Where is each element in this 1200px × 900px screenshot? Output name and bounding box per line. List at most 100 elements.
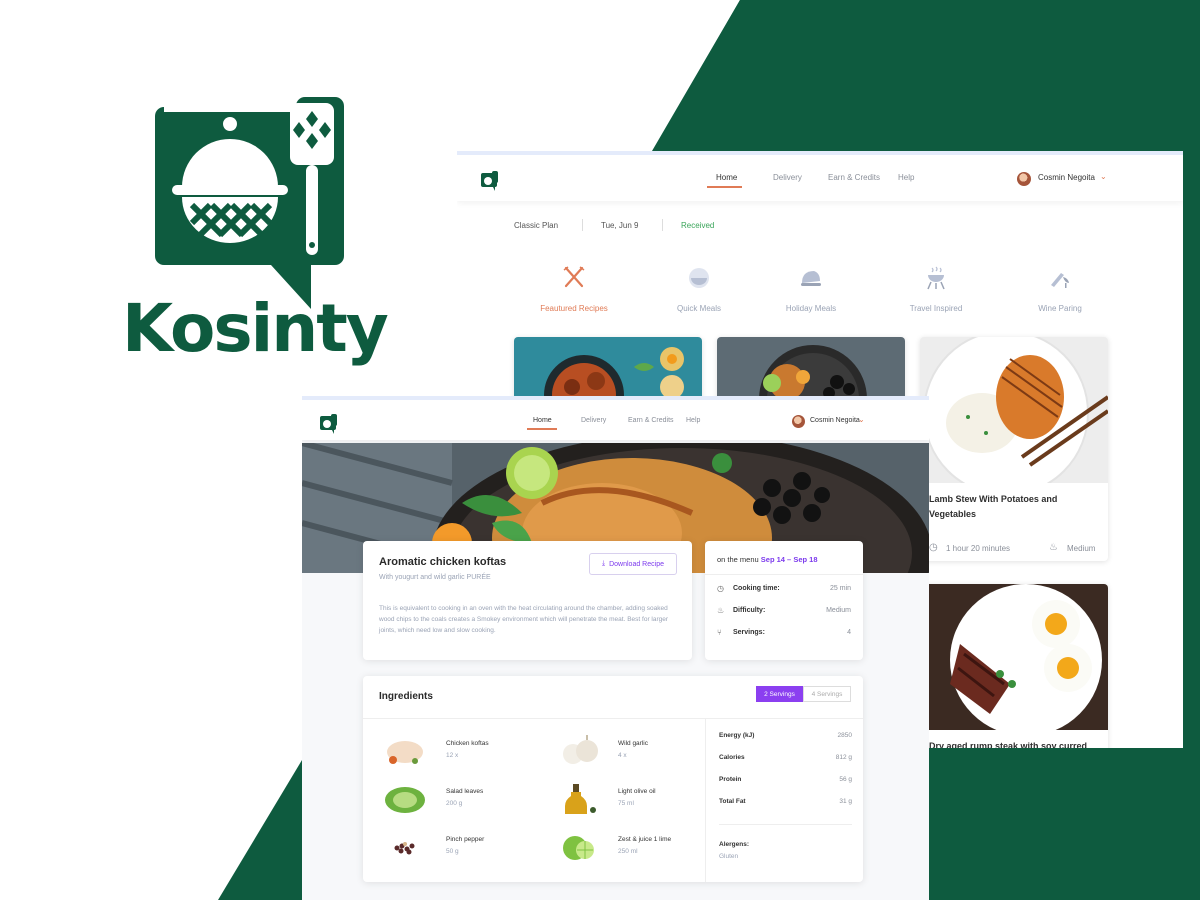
recipe-card[interactable]: Lamb Stew With Potatoes and Vegetables ◷…	[920, 337, 1108, 561]
servings-4-button[interactable]: 4 Servings	[803, 686, 851, 702]
utensils-icon: ⑂	[717, 628, 722, 637]
stat-cooking-time: ◷ Cooking time: 25 min	[717, 584, 851, 599]
stat-label: Servings:	[733, 629, 765, 636]
brand-name: Kosinty	[122, 290, 389, 367]
ingredient-qty: 50 g	[446, 848, 459, 855]
plan-status: Received	[681, 221, 715, 230]
ingredient-qty: 4 x	[618, 752, 627, 759]
bowl-icon	[689, 268, 709, 288]
category-label: Holiday Meals	[785, 304, 837, 313]
lettuce-icon	[385, 787, 425, 813]
category-featured-recipes[interactable]: Feautured Recipes	[524, 265, 624, 313]
brand-logo	[155, 97, 344, 309]
download-icon: ⤓	[602, 560, 606, 567]
recipe-card-time: 1 hour 20 minutes	[946, 544, 1011, 553]
nav-delivery[interactable]: Delivery	[773, 173, 802, 182]
category-holiday-meals[interactable]: Holiday Meals	[761, 265, 861, 313]
nav-help[interactable]: Help	[686, 417, 700, 424]
allergens-value: Gluten	[719, 853, 739, 860]
ingredients-title: Ingredients	[379, 691, 433, 702]
chef-hat-icon: ♨	[717, 606, 725, 615]
nav-earn-credits[interactable]: Earn & Credits	[828, 173, 880, 182]
app-logo-icon[interactable]	[320, 414, 338, 434]
fork-knife-icon	[563, 266, 585, 288]
nutrition-value: 812 g	[835, 754, 852, 761]
divider	[719, 824, 852, 825]
download-recipe-button[interactable]: ⤓ Download Recipe	[589, 553, 677, 575]
nutrition-row: Protein 56 g	[719, 776, 852, 788]
nutrition-row: Calories 812 g	[719, 754, 852, 766]
ingredient-name: Pinch pepper	[446, 836, 485, 843]
recipe-card-image	[920, 337, 1108, 496]
divider	[705, 574, 863, 575]
ingredients-panel: Ingredients 2 Servings 4 Servings Chicke…	[363, 676, 863, 882]
nav-help[interactable]: Help	[898, 173, 914, 182]
user-name[interactable]: Cosmin Negoita	[810, 417, 860, 424]
olive-oil-icon	[565, 784, 596, 814]
ingredient-item: Wild garlic 4 x	[551, 732, 711, 772]
recipe-subtitle: With yougurt and wild garlic PURÉE	[379, 574, 491, 581]
avatar[interactable]	[792, 415, 805, 428]
chicken-icon	[387, 741, 423, 764]
recipe-card-difficulty: Medium	[1067, 544, 1096, 553]
menu-dates: Sep 14 – Sep 18	[760, 555, 818, 564]
plan-name[interactable]: Classic Plan	[514, 221, 558, 230]
divider	[582, 219, 583, 231]
recipe-card-image	[920, 584, 1108, 736]
recipe-card-title: Lamb Stew With Potatoes and Vegetables	[929, 494, 1058, 519]
plan-date[interactable]: Tue, Jun 9	[601, 221, 639, 230]
turkey-icon	[801, 271, 821, 286]
nutrition-value: 56 g	[839, 776, 852, 783]
avatar[interactable]	[1017, 172, 1031, 186]
stat-label: Difficulty:	[733, 607, 766, 614]
category-wine-paring[interactable]: Wine Paring	[1010, 265, 1110, 313]
category-label: Wine Paring	[1038, 304, 1082, 313]
chef-hat-icon: ♨	[1049, 542, 1058, 553]
nav-home[interactable]: Home	[716, 173, 737, 182]
garlic-icon	[563, 735, 598, 764]
front-app-window: Home Delivery Earn & Credits Help Cosmin…	[302, 396, 929, 900]
nutrition-label: Calories	[719, 754, 745, 761]
nav-earn-credits[interactable]: Earn & Credits	[628, 417, 674, 424]
ingredient-name: Wild garlic	[618, 740, 648, 747]
chevron-down-icon[interactable]: ⌄	[858, 415, 865, 424]
servings-2-button[interactable]: 2 Servings	[756, 686, 803, 702]
divider	[363, 718, 863, 719]
app-logo-icon[interactable]	[481, 171, 499, 191]
ingredient-name: Salad leaves	[446, 788, 484, 795]
ingredient-qty: 200 g	[446, 800, 463, 807]
menu-label: on the menu	[717, 555, 759, 564]
stat-value: 4	[847, 629, 851, 636]
stage: Kosinty Home Delivery Earn & Credits Hel…	[0, 0, 1200, 900]
stat-difficulty: ♨ Difficulty: Medium	[717, 606, 851, 621]
chevron-down-icon[interactable]: ⌄	[1100, 172, 1107, 181]
nutrition-label: Energy (kJ)	[719, 732, 755, 739]
grill-icon	[927, 266, 945, 290]
ingredient-item: Light olive oil 75 ml	[551, 780, 711, 820]
recipe-info-panel: Aromatic chicken koftas With yougurt and…	[363, 541, 692, 660]
ingredient-qty: 12 x	[446, 752, 459, 759]
category-label: Quick Meals	[676, 304, 721, 313]
category-label: Feautured Recipes	[540, 304, 608, 313]
category-travel-inspired[interactable]: Travel Inspired	[886, 265, 986, 313]
recipe-card-title: Dry aged rump steak with soy curred	[929, 741, 1088, 748]
nutrition-label: Protein	[719, 776, 742, 783]
ingredient-qty: 75 ml	[618, 800, 634, 807]
stat-value: 25 min	[829, 585, 851, 592]
recipe-card[interactable]: Dry aged rump steak with soy curred	[920, 584, 1108, 748]
category-quick-meals[interactable]: Quick Meals	[649, 265, 749, 313]
category-label: Travel Inspired	[909, 304, 963, 313]
ingredient-name: Chicken koftas	[446, 740, 489, 747]
ingredient-item: Pinch pepper 50 g	[379, 828, 539, 868]
ingredient-item: Salad leaves 200 g	[379, 780, 539, 820]
top-nav-front: Home Delivery Earn & Credits Help Cosmin…	[302, 400, 929, 440]
nav-delivery[interactable]: Delivery	[581, 417, 606, 424]
stat-servings: ⑂ Servings: 4	[717, 628, 851, 643]
divider	[662, 219, 663, 231]
pepper-icon	[394, 842, 415, 855]
user-name[interactable]: Cosmin Negoita	[1038, 173, 1095, 182]
allergens-label: Alergens:	[719, 841, 749, 848]
lime-icon	[563, 836, 594, 860]
nav-home[interactable]: Home	[533, 417, 552, 424]
nutrition-row: Total Fat 31 g	[719, 798, 852, 810]
